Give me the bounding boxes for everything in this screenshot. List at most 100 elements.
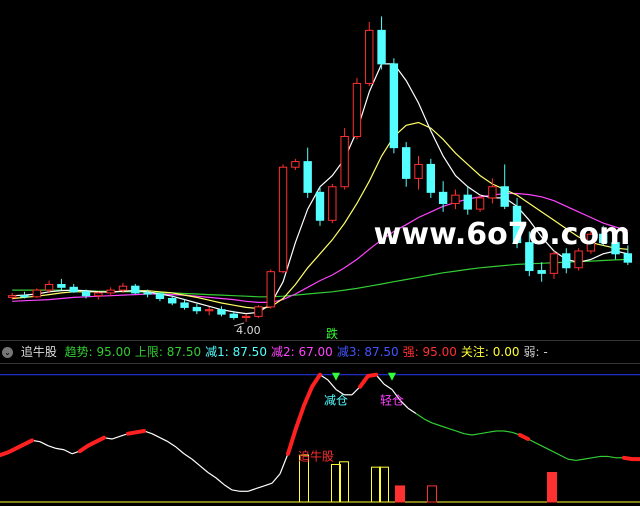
- oscillator-segment: [471, 433, 481, 436]
- series-line-ma-long: [12, 258, 628, 298]
- candle-body: [278, 166, 288, 273]
- oscillator-segment: [439, 425, 449, 429]
- oscillator-segment: [191, 458, 201, 467]
- oscillator-segment: [111, 435, 121, 440]
- signal-label: 减仓: [324, 394, 348, 408]
- oscillator-segment: [607, 455, 617, 459]
- strong-segment: [518, 433, 530, 441]
- oscillator-segment: [199, 465, 209, 473]
- candle-body: [143, 292, 152, 295]
- candle-body: [106, 289, 115, 294]
- candle-body: [377, 29, 386, 65]
- signal-bar: [427, 485, 437, 503]
- indicator-values: 趋势: 95.00 上限: 87.50 减1: 87.50 减2: 67.00 减3: …: [65, 345, 552, 359]
- candle-body: [438, 191, 448, 205]
- oscillator-segment: [503, 430, 513, 433]
- candle-body: [168, 297, 177, 304]
- oscillator-segment: [279, 453, 289, 475]
- candle-body: [365, 29, 374, 84]
- candle-body: [451, 194, 460, 205]
- oscillator-segment: [551, 450, 561, 456]
- candle-body: [69, 286, 78, 293]
- oscillator-segment: [255, 485, 265, 490]
- oscillator-segment: [55, 447, 65, 451]
- strong-segment: [358, 372, 378, 389]
- oscillator-segment: [559, 454, 569, 460]
- oscillator-segment: [167, 441, 177, 448]
- oscillator-segment: [431, 422, 441, 427]
- candle-body: [537, 270, 546, 274]
- oscillator-segment: [583, 457, 593, 460]
- oscillator-segment: [175, 446, 185, 455]
- candle-body: [426, 163, 436, 193]
- candle-body: [204, 309, 214, 312]
- watermark: www.6o7o.com: [374, 217, 631, 252]
- strong-segment: [622, 455, 640, 462]
- indicator-bar: ⌄ 追牛股 趋势: 95.00 上限: 87.50 减1: 87.50 减2: 67.…: [0, 340, 640, 364]
- oscillator-segment: [383, 383, 393, 390]
- candle-body: [241, 315, 251, 318]
- signal-bar: [547, 472, 557, 503]
- candle-body: [328, 186, 337, 221]
- strong-segment: [126, 429, 146, 436]
- oscillator-segment: [479, 431, 489, 435]
- candle-body: [180, 302, 189, 308]
- candle-body: [463, 194, 472, 210]
- candle-body: [315, 191, 325, 221]
- candle-body: [414, 163, 423, 179]
- candle-body: [44, 284, 54, 291]
- indicator-value: 强: 95.00: [402, 345, 457, 359]
- indicator-value: 减1: 87.50: [205, 345, 267, 359]
- indicator-title: 追牛股: [20, 345, 57, 359]
- oscillator-segment: [159, 437, 169, 443]
- candle-body: [217, 309, 226, 315]
- down-arrow-icon: [388, 372, 396, 381]
- oscillator-segment: [407, 407, 417, 415]
- oscillator-segment: [263, 482, 273, 487]
- candle-body: [57, 284, 66, 288]
- indicator-value: 关注: 0.00: [460, 345, 520, 359]
- signal-label: 轻仓: [380, 394, 404, 408]
- candle-body: [81, 291, 91, 297]
- oscillator-segment: [63, 449, 73, 455]
- event-label: 跌: [326, 326, 338, 340]
- oscillator-segment: [567, 458, 577, 462]
- oscillator-segment: [207, 472, 217, 479]
- candle-body: [155, 293, 165, 299]
- price-chart[interactable]: 4.00 跌 www.6o7o.com: [0, 0, 640, 340]
- indicator-value: 上限: 87.50: [134, 345, 202, 359]
- oscillator-segment: [47, 445, 57, 449]
- candle-body: [574, 250, 583, 269]
- strong-segment: [0, 438, 34, 458]
- candle-body: [32, 289, 41, 298]
- oscillator-segment: [455, 430, 465, 435]
- indicator-value: 减2: 67.00: [270, 345, 333, 359]
- collapse-icon[interactable]: ⌄: [2, 347, 13, 358]
- candle-body: [488, 186, 497, 199]
- oscillator-segment: [415, 413, 425, 420]
- oscillator-segment: [215, 477, 225, 486]
- signal-bar: [395, 485, 405, 503]
- oscillator-segment: [423, 418, 433, 424]
- indicator-chart[interactable]: 减仓 轻仓追牛股: [0, 362, 640, 506]
- candle-body: [340, 135, 349, 188]
- oscillator-segment: [447, 427, 457, 432]
- down-arrow-icon: [332, 372, 340, 381]
- signal-label: 追牛股: [298, 448, 334, 463]
- candle-body: [20, 295, 29, 298]
- indicator-value: 弱: -: [523, 345, 548, 359]
- candle-body: [303, 161, 312, 193]
- oscillator-segment: [463, 433, 473, 436]
- candle-body: [623, 253, 633, 263]
- oscillator-segment: [271, 473, 281, 484]
- candle-body: [266, 271, 275, 308]
- strong-segment: [78, 435, 106, 454]
- candle-body: [352, 82, 362, 137]
- candle-body: [475, 197, 485, 210]
- oscillator-segment: [183, 453, 193, 460]
- oscillator-segment: [327, 379, 337, 390]
- oscillator-segment: [591, 455, 601, 459]
- min-price-label: 4.00: [236, 324, 261, 337]
- oscillator-segment: [223, 484, 233, 491]
- oscillator-segment: [535, 442, 545, 448]
